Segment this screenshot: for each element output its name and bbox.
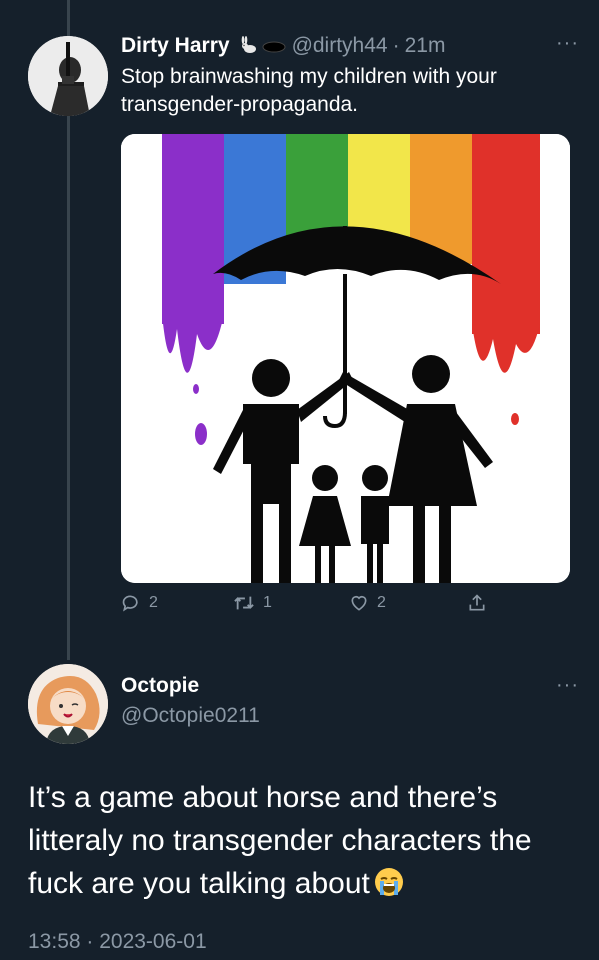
like-button[interactable]: 2 [349,593,386,613]
rabbit-emoji-icon [241,36,256,53]
tweet2-text: It’s a game about horse and there’s litt… [28,776,588,909]
dirty-harry-avatar[interactable] [28,36,108,116]
tweet2-text-body: It’s a game about horse and there’s litt… [28,781,532,900]
hole-emoji-icon [262,41,286,53]
reply-icon [122,595,138,612]
tweet1-time[interactable]: 21m [405,34,446,58]
octopie-avatar[interactable] [28,664,108,744]
retweet-count: 1 [263,594,272,611]
reply-button[interactable]: 2 [121,593,158,613]
tweet1-header: Dirty Harry @dirtyh44 · 21m ··· [121,32,579,60]
tweet2-handle[interactable]: @Octopie0211 [121,704,260,728]
tweet1-separator: · [392,34,400,57]
heart-icon [351,595,367,611]
tweet2-display-name[interactable]: Octopie [121,674,199,698]
retweet-button[interactable]: 1 [233,593,272,613]
tweet1-more-icon[interactable]: ··· [556,32,579,55]
share-icon [469,594,485,611]
tweet1-handle[interactable]: @dirtyh44 [292,34,388,58]
tweet2-timestamp[interactable]: 13:58 · 2023-06-01 [28,930,207,954]
loudly-crying-face-icon [374,866,404,909]
tweet1-name-emojis [238,35,286,57]
tweet1-actions: 2 1 2 [121,593,511,623]
retweet-icon [234,596,254,610]
like-count: 2 [377,594,386,611]
share-button[interactable] [467,593,487,613]
tweet1-text: Stop brainwashing my children with your … [121,65,497,116]
tweet1-media-image[interactable] [121,134,570,583]
tweet2-more-icon[interactable]: ··· [556,674,579,697]
tweet1-display-name[interactable]: Dirty Harry [121,34,230,58]
reply-count: 2 [149,594,158,611]
